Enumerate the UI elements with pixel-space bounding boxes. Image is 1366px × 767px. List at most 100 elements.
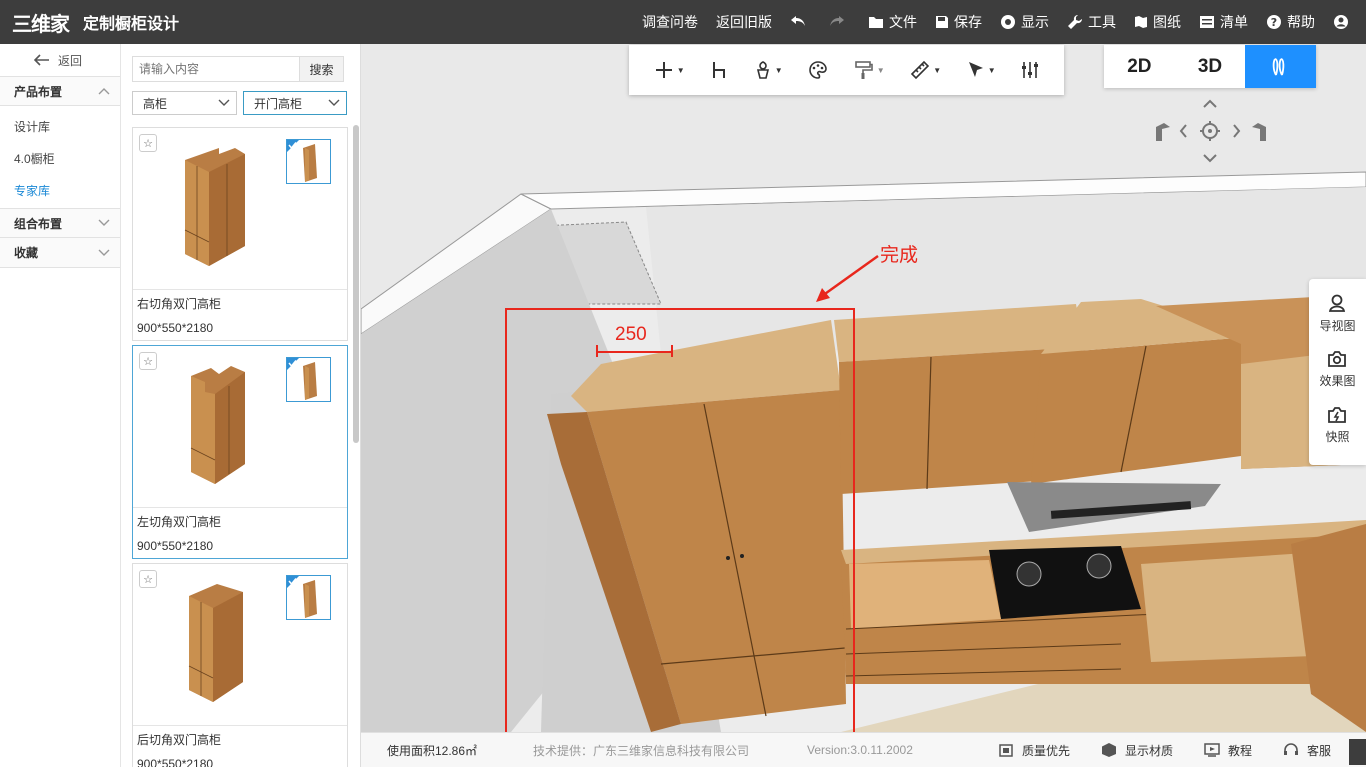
chair-icon — [713, 62, 726, 78]
pan-left-icon[interactable] — [1179, 124, 1187, 138]
catalog-panel: 搜索 高柜 开门高柜 ☆ 右切角双门高柜 900*550*2180 — [121, 44, 361, 767]
help-icon: ? — [1267, 15, 1281, 29]
save-menu[interactable]: 保存 — [935, 12, 982, 32]
add-tool[interactable]: ▼ — [654, 60, 685, 80]
view-walk-button[interactable] — [1245, 45, 1317, 88]
nav-item-cabinet-4[interactable]: 4.0橱柜 — [0, 142, 120, 174]
drawings-menu[interactable]: 图纸 — [1134, 12, 1181, 32]
top-menu: 调查问卷 返回旧版 文件 保存 显示 工具 图纸 清单 ? 帮助 — [624, 0, 1354, 44]
nav-item-expert-library[interactable]: 专家库 — [0, 174, 120, 206]
tutorial-button[interactable]: 教程 — [1204, 742, 1252, 759]
thumbnail-selected[interactable] — [286, 575, 331, 620]
target-icon[interactable] — [1200, 121, 1220, 141]
measure-tool[interactable]: ▼ — [910, 60, 941, 80]
arrow-left-icon — [34, 54, 49, 66]
material-tool[interactable] — [808, 60, 828, 80]
sliders-icon — [1022, 62, 1039, 78]
quality-icon — [999, 744, 1013, 757]
paint-tool[interactable]: ▼ — [854, 60, 885, 80]
back-button[interactable]: 返回 — [0, 44, 120, 76]
tools-toolbar: ▼ ▼ ▼ ▼ ▼ — [629, 45, 1064, 95]
section-product-layout[interactable]: 产品布置 — [0, 76, 120, 106]
snapshot-label: 快照 — [1325, 429, 1350, 444]
cabinet-image — [190, 366, 245, 484]
thumbnail-selected[interactable] — [286, 139, 331, 184]
material-button[interactable]: 显示材质 — [1101, 742, 1173, 759]
section-favorites[interactable]: 收藏 — [0, 238, 120, 268]
help-menu[interactable]: ? 帮助 — [1266, 12, 1315, 32]
nav-item-design-library[interactable]: 设计库 — [0, 110, 120, 142]
logo-mark: 三维家 — [12, 13, 70, 36]
search-input[interactable] — [133, 57, 299, 81]
tools-menu[interactable]: 工具 — [1067, 12, 1116, 32]
product-size: 900*550*2180 — [137, 321, 214, 335]
undo-button[interactable] — [790, 15, 811, 29]
cabinet-image — [188, 584, 243, 702]
snapshot-button[interactable]: 快照 — [1325, 397, 1350, 453]
catalog-scrollbar[interactable] — [353, 125, 359, 443]
search-box: 搜索 — [132, 56, 344, 82]
list-label: 清单 — [1220, 14, 1248, 30]
nav-item-label: 设计库 — [14, 119, 51, 134]
add-icon — [655, 62, 672, 78]
display-menu[interactable]: 显示 — [1000, 12, 1049, 32]
camera-icon — [1328, 350, 1347, 367]
view-3d-button[interactable]: 3D — [1175, 45, 1246, 88]
star-icon[interactable]: ☆ — [139, 570, 157, 588]
chevron-down-icon — [98, 219, 110, 226]
render-label: 效果图 — [1319, 373, 1356, 388]
search-button[interactable]: 搜索 — [299, 57, 343, 81]
product-card[interactable]: ☆ 右切角双门高柜 900*550*2180 — [132, 127, 348, 341]
category-select[interactable]: 高柜 — [132, 91, 237, 115]
user-menu[interactable] — [1333, 14, 1354, 30]
pan-right-icon[interactable] — [1233, 124, 1241, 138]
wrench-icon — [1068, 14, 1083, 29]
guide-view-button[interactable]: 导视图 — [1319, 285, 1356, 341]
nav-item-label: 专家库 — [14, 183, 51, 198]
palette-icon — [809, 61, 828, 79]
annotation-arrow-icon — [816, 254, 879, 302]
rotate-right-icon[interactable] — [1252, 123, 1266, 141]
product-card-selected[interactable]: ☆ 左切角双门高柜 900*550*2180 — [132, 345, 348, 559]
thumbnail-selected[interactable] — [286, 357, 331, 402]
back-label: 返回 — [58, 53, 83, 68]
chevron-down-icon — [98, 249, 110, 256]
survey-menu[interactable]: 调查问卷 — [642, 12, 698, 32]
subcategory-select[interactable]: 开门高柜 — [243, 91, 347, 115]
pan-up-icon[interactable] — [1203, 99, 1217, 108]
file-label: 文件 — [889, 14, 917, 30]
chevron-down-icon — [328, 99, 340, 106]
section-combo-layout[interactable]: 组合布置 — [0, 208, 120, 238]
save-label: 保存 — [954, 14, 982, 30]
adjust-tool[interactable] — [1021, 60, 1039, 80]
category-value: 高柜 — [143, 96, 168, 111]
quality-button[interactable]: 质量优先 — [998, 742, 1070, 759]
old-version-menu[interactable]: 返回旧版 — [716, 12, 772, 32]
service-button[interactable]: 客服 — [1283, 742, 1331, 759]
view-2d-button[interactable]: 2D — [1104, 45, 1175, 88]
file-menu[interactable]: 文件 — [868, 12, 917, 32]
rotate-left-icon[interactable] — [1156, 123, 1170, 141]
plant-icon — [756, 61, 769, 79]
map-icon — [1135, 16, 1147, 28]
chevron-down-icon — [218, 99, 230, 106]
app-logo[interactable]: 三维家 定制橱柜设计 — [12, 6, 179, 38]
pan-down-icon[interactable] — [1203, 154, 1217, 163]
select-tool[interactable]: ▼ — [967, 60, 996, 80]
decor-tool[interactable]: ▼ — [754, 60, 783, 80]
chevron-up-icon — [98, 88, 110, 95]
product-name: 左切角双门高柜 — [137, 514, 222, 529]
redo-button[interactable] — [829, 15, 850, 29]
star-icon[interactable]: ☆ — [139, 352, 157, 370]
product-size: 900*550*2180 — [137, 757, 214, 767]
annotation-done-label: 完成 — [880, 245, 919, 266]
product-card[interactable]: ☆ 后切角双门高柜 900*550*2180 — [132, 563, 348, 767]
list-menu[interactable]: 清单 — [1199, 12, 1248, 32]
star-icon[interactable]: ☆ — [139, 134, 157, 152]
product-name: 右切角双门高柜 — [137, 296, 222, 311]
render-button[interactable]: 效果图 — [1319, 341, 1356, 397]
video-icon — [1204, 743, 1220, 757]
corner-widget[interactable] — [1349, 739, 1366, 765]
chair-tool[interactable] — [710, 60, 728, 80]
app-title: 定制橱柜设计 — [83, 16, 180, 33]
